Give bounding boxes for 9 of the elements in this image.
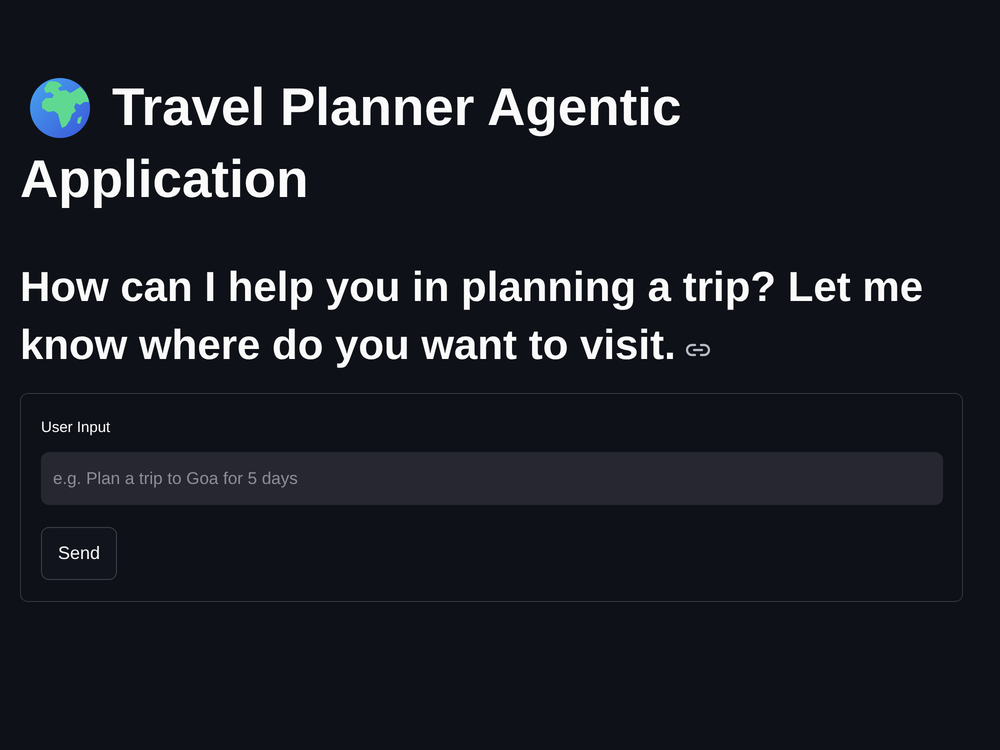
page-subtitle: How can I help you in planning a trip? Let me — [20, 262, 924, 312]
user-input-field[interactable]: e.g. Plan a trip to Goa for 5 days — [41, 452, 943, 505]
link-icon[interactable] — [686, 343, 710, 357]
page-title: Application — [20, 149, 309, 211]
page-title: Travel Planner Agentic — [112, 77, 682, 139]
field-label: User Input — [41, 418, 110, 438]
globe-icon — [30, 78, 90, 138]
page-subtitle: know where do you want to visit. — [20, 320, 676, 370]
send-button[interactable]: Send — [41, 527, 118, 580]
